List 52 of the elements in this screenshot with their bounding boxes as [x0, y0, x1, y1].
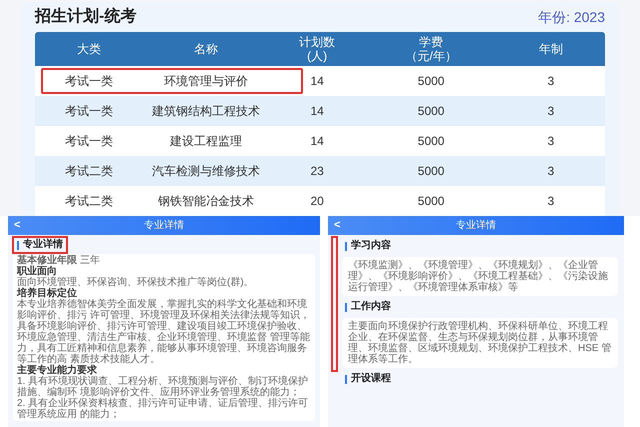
column-header: 学费 — [419, 35, 444, 49]
table-cell-text: 汽车检测与维修技术 — [150, 163, 261, 180]
section-label: 培养目标定位 — [17, 288, 78, 299]
section-heading: 开设课程 — [340, 370, 396, 388]
table-cell-text: 考试一类 — [64, 73, 114, 90]
table-cell-text: 建筑钢结构工程技术 — [150, 103, 261, 120]
section-heading: 专业详情 — [12, 236, 68, 254]
screen-title: 专业详情 — [143, 218, 185, 233]
table-cell-text: 14 — [309, 73, 325, 90]
table-cell-text: 建设工程监理 — [168, 133, 243, 150]
column-header: 名称 — [194, 42, 218, 56]
column-header: 计划数 — [299, 35, 336, 49]
paragraph: 2. 具有企业环保资料核查、排污许可证申请、证后管理、排污许可管理系统应用 的能力； — [17, 398, 310, 420]
column-header: 年制 — [538, 42, 563, 56]
table-cell-text: 3 — [546, 73, 556, 90]
section-heading: 学习内容 — [340, 237, 396, 255]
section-label: 职业面向 — [17, 266, 57, 277]
table-cell-text: 14 — [309, 133, 325, 150]
table-cell-text: 考试二类 — [64, 193, 114, 210]
paragraph: 1. 具有环境现状调查、工程分析、环境预测与评价、制订环境保护措施、编制环 境影响评价文件、应用环评业务管理系统的能力； — [17, 376, 310, 398]
table-cell-text: 5000 — [416, 193, 446, 210]
table-cell-text: 3 — [546, 163, 556, 180]
table-cell-text: 钢铁智能冶金技术 — [156, 193, 255, 210]
table-cell-text: 考试一类 — [64, 133, 114, 150]
table-cell-text: 23 — [309, 163, 325, 180]
table-cell-text: 14 — [309, 103, 325, 120]
table-cell-text: 5000 — [416, 163, 446, 180]
table-cell-text: 考试一类 — [64, 103, 114, 120]
table-cell-text: 3 — [546, 103, 556, 120]
section-heading: 工作内容 — [340, 298, 396, 316]
column-unit: (人) — [307, 49, 328, 63]
table-cell-text: 5000 — [416, 103, 446, 120]
content-card: 主要面向环境保护行政管理机构、环保科研单位、环境工程企业、在环保监督、生态与环保规划岗位群，从事环境管理、环境监督、区域环境规划、环境保护工程技术、HSE 管理体系等工作。 — [342, 318, 618, 368]
screen-title: 专业详情 — [455, 218, 497, 233]
table-cell-text: 环境管理与评价 — [162, 73, 249, 90]
year-label: 年份: 2023 — [538, 8, 605, 26]
table-cell-text: 5000 — [416, 133, 446, 150]
section-label: 主要专业能力要求 — [17, 365, 98, 376]
back-button[interactable]: < — [14, 217, 34, 234]
table-cell-text: 5000 — [416, 73, 446, 90]
plan-title: 招生计划-统考 — [35, 6, 136, 27]
content-card: 《环境监测》、《环境管理》、《环境规划》、《企业管理》、《环境影响评价》、《环境工程基础》、《污染设施运行管理》、《环境管理体系审核》等 — [342, 257, 618, 296]
duration-text: 基本修业年限 三年 — [17, 255, 101, 266]
table-cell-text: 3 — [546, 193, 556, 210]
paragraph: 本专业培养德智体美劳全面发展，掌握扎实的科学文化基础和环境影响评价、排污 许可管理、环境管理及环保相关法律法规等知识，具备环境影响评价、排污许可管理、建设项目竣工环境保护验收、环境应急管理、清洁生产审核、企业环境管理、环境监督 管理等能力，具有工匠精神和信息素养，能够从事环境管理、环境咨询服务等工作的高 素质技术技能人才。 — [17, 299, 311, 365]
table-cell-text: 20 — [309, 193, 325, 210]
column-unit: （元/年） — [405, 49, 457, 63]
table-cell-text: 考试二类 — [64, 163, 114, 180]
table-cell-text: 3 — [546, 133, 556, 150]
back-button[interactable]: < — [334, 217, 354, 234]
paragraph: 面向环境管理、环保咨询、环保技术推广等岗位(群)。 — [17, 277, 255, 288]
column-header: 大类 — [77, 42, 102, 56]
